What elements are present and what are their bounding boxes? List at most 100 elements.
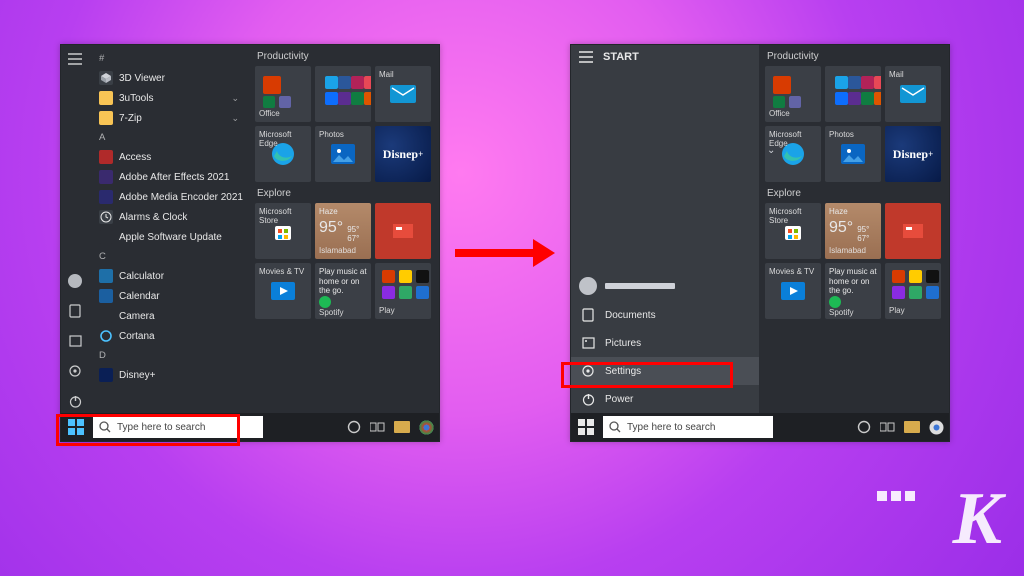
tile-office[interactable]: Office xyxy=(765,66,821,122)
menu-item-documents[interactable]: Documents xyxy=(571,301,759,329)
tile-label: Play xyxy=(889,306,937,315)
tile-islamabad[interactable]: Haze95°95°67°Islamabad xyxy=(825,203,881,259)
app-label: 3uTools xyxy=(119,93,153,104)
tile-play[interactable]: Play xyxy=(885,263,941,319)
ring-icon xyxy=(99,329,113,343)
folder-icon xyxy=(99,91,113,105)
hamburger-icon[interactable] xyxy=(579,51,595,63)
tile-office[interactable]: Office xyxy=(255,66,311,122)
tile-photos[interactable]: Photos xyxy=(315,126,371,182)
tile-mail[interactable]: Mail xyxy=(885,66,941,122)
app-7-zip[interactable]: 7-Zip⌄ xyxy=(93,108,245,128)
tile-label: Office xyxy=(769,109,817,118)
pictures-icon[interactable] xyxy=(67,333,83,349)
list-header[interactable]: C xyxy=(93,247,245,266)
start-button[interactable] xyxy=(575,416,597,438)
tile-label: Islamabad xyxy=(319,246,367,255)
tile-label: Movies & TV xyxy=(259,267,307,276)
app-disney-[interactable]: Disney+ xyxy=(93,365,245,385)
tile-islamabad[interactable]: Haze95°95°67°Islamabad xyxy=(315,203,371,259)
tile-red-app[interactable] xyxy=(885,203,941,259)
square-icon xyxy=(99,150,113,164)
app-access[interactable]: Access xyxy=(93,147,245,167)
app-camera[interactable]: Camera xyxy=(93,306,245,326)
all-apps-list[interactable]: #3D Viewer3uTools⌄7-Zip⌄AAccessAdobe Aft… xyxy=(89,45,249,415)
tile-disney[interactable]: Disnep+ xyxy=(375,126,431,182)
task-view-icon[interactable] xyxy=(369,418,387,436)
app-alarms-clock[interactable]: Alarms & Clock xyxy=(93,207,245,227)
app-cortana[interactable]: Cortana xyxy=(93,326,245,346)
start-button[interactable] xyxy=(65,416,87,438)
list-header[interactable]: A xyxy=(93,128,245,147)
list-header[interactable]: D xyxy=(93,346,245,365)
tile-play[interactable]: Play xyxy=(375,263,431,319)
doc-icon xyxy=(581,308,595,322)
app-label: Calculator xyxy=(119,271,164,282)
folder-icon xyxy=(99,111,113,125)
settings-icon[interactable] xyxy=(67,363,83,379)
menu-item-label: Documents xyxy=(605,310,656,321)
chevron-down-icon[interactable]: ⌄ xyxy=(767,145,775,156)
menu-item-label: Settings xyxy=(605,366,641,377)
search-input[interactable]: Type here to search xyxy=(603,416,773,438)
menu-item-power[interactable]: Power xyxy=(571,385,759,413)
start-menu-right: Productivity Office Mail Microsoft Edge Phot… xyxy=(570,44,950,442)
brand-dots xyxy=(877,488,919,506)
app-adobe-media-encoder-2021[interactable]: Adobe Media Encoder 2021 xyxy=(93,187,245,207)
user-icon[interactable] xyxy=(67,273,83,289)
task-view-icon[interactable] xyxy=(879,418,897,436)
app-adobe-after-effects-2021[interactable]: Adobe After Effects 2021 xyxy=(93,167,245,187)
section-productivity[interactable]: Productivity xyxy=(257,51,431,62)
section-productivity[interactable]: Productivity xyxy=(767,51,941,62)
tile-mail[interactable]: Mail xyxy=(375,66,431,122)
tile-movies-tv[interactable]: Movies & TV xyxy=(255,263,311,319)
search-input[interactable]: Type here to search xyxy=(93,416,263,438)
tile-red-app[interactable] xyxy=(375,203,431,259)
user-account-row[interactable] xyxy=(571,271,759,301)
tile-movies-tv[interactable]: Movies & TV xyxy=(765,263,821,319)
app-3utools[interactable]: 3uTools⌄ xyxy=(93,88,245,108)
tile-microsoft-store[interactable]: Microsoft Store xyxy=(255,203,311,259)
file-explorer-icon[interactable] xyxy=(393,418,411,436)
tile-photos[interactable]: Photos xyxy=(825,126,881,182)
square-icon xyxy=(99,190,113,204)
app-apple-software-update[interactable]: Apple Software Update xyxy=(93,227,245,247)
menu-item-label: Power xyxy=(605,394,633,405)
taskbar: Type here to search xyxy=(61,413,439,441)
tile-microsoft-edge[interactable]: Microsoft Edge xyxy=(255,126,311,182)
hamburger-icon[interactable] xyxy=(67,51,83,67)
tile-microsoft-store[interactable]: Microsoft Store xyxy=(765,203,821,259)
power-icon[interactable] xyxy=(67,393,83,409)
menu-item-pictures[interactable]: Pictures xyxy=(571,329,759,357)
list-header[interactable]: # xyxy=(93,49,245,68)
section-explore[interactable]: Explore xyxy=(767,188,941,199)
tile-cluster-apps[interactable] xyxy=(825,66,881,122)
tile-label: Play xyxy=(379,306,427,315)
file-explorer-icon[interactable] xyxy=(903,418,921,436)
square-icon xyxy=(99,368,113,382)
clock-icon xyxy=(99,210,113,224)
documents-icon[interactable] xyxy=(67,303,83,319)
tile-label: Microsoft Edge xyxy=(769,130,817,148)
app-3d-viewer[interactable]: 3D Viewer xyxy=(93,68,245,88)
tile-label: Mail xyxy=(889,70,937,79)
menu-item-settings[interactable]: Settings xyxy=(571,357,759,385)
app-calculator[interactable]: Calculator xyxy=(93,266,245,286)
app-label: Adobe After Effects 2021 xyxy=(119,172,229,183)
cortana-icon[interactable] xyxy=(345,418,363,436)
tile-label: Photos xyxy=(829,130,877,139)
tile-spotify[interactable]: Play music at home or on the go.Spotify xyxy=(315,263,371,319)
app-label: Apple Software Update xyxy=(119,232,222,243)
user-account-overlay: START DocumentsPicturesSettingsPower xyxy=(571,45,759,413)
tile-disney[interactable]: Disnep+ xyxy=(885,126,941,182)
chrome-icon[interactable] xyxy=(417,418,435,436)
tile-cluster-apps[interactable] xyxy=(315,66,371,122)
section-explore[interactable]: Explore xyxy=(257,188,431,199)
chevron-down-icon: ⌄ xyxy=(231,113,239,124)
cortana-icon[interactable] xyxy=(855,418,873,436)
app-calendar[interactable]: Calendar xyxy=(93,286,245,306)
tile-label: Office xyxy=(259,109,307,118)
tile-spotify[interactable]: Play music at home or on the go.Spotify xyxy=(825,263,881,319)
tile-label: Mail xyxy=(379,70,427,79)
chrome-icon[interactable] xyxy=(927,418,945,436)
